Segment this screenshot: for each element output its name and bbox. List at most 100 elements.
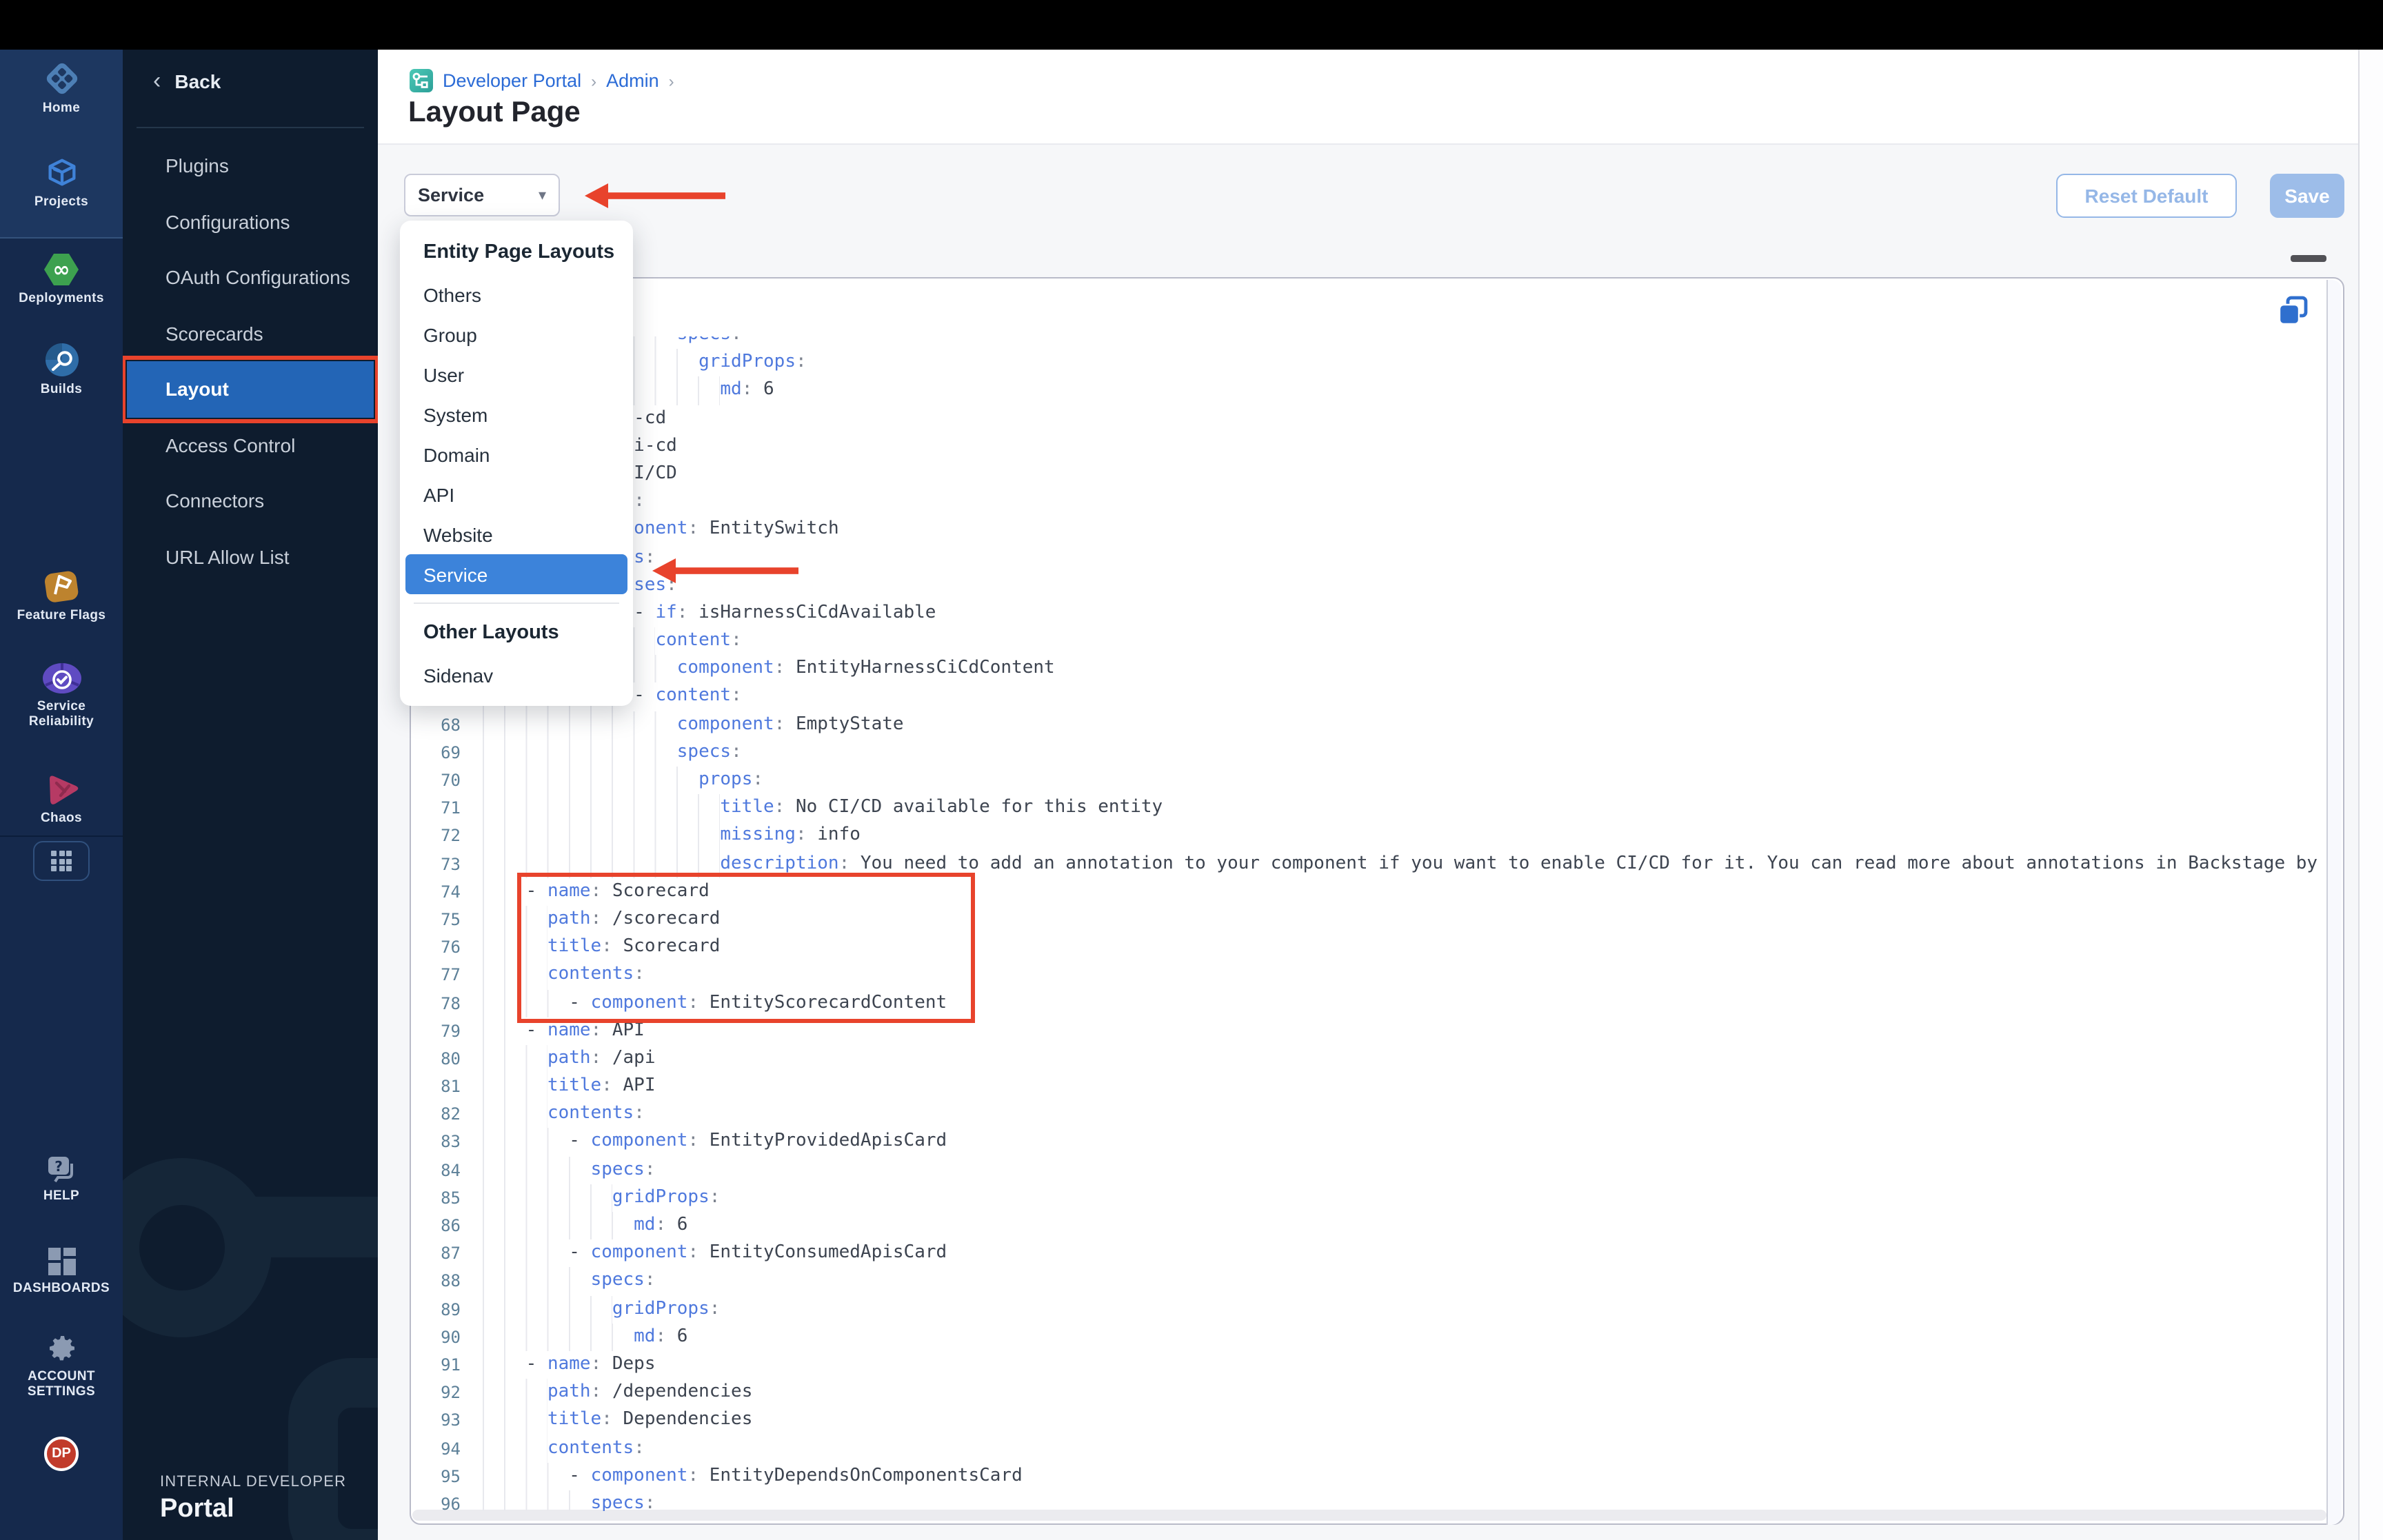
code-line-56: 56 md: 6: [411, 376, 2328, 405]
chevron-down-icon: ▾: [538, 188, 546, 204]
rail-item-service-reliability[interactable]: Service Reliability: [0, 662, 123, 729]
rail-item-dashboards[interactable]: DASHBOARDS: [0, 1246, 123, 1296]
menu-item-sidenav[interactable]: Sidenav: [400, 655, 633, 695]
code-line-96: 96 specs:: [411, 1490, 2328, 1511]
menu-item-others[interactable]: Others: [400, 274, 633, 314]
svg-text:?: ?: [54, 1158, 62, 1175]
code-line-88: 88 specs:: [411, 1267, 2328, 1296]
code-line-90: 90 md: 6: [411, 1323, 2328, 1351]
line-number: 82: [441, 1104, 461, 1124]
code-text: contents:: [472, 1435, 645, 1463]
sidebar-item-plugins[interactable]: Plugins: [123, 138, 378, 194]
code-line-84: 84 specs:: [411, 1156, 2328, 1184]
breadcrumb-admin[interactable]: Admin: [606, 70, 659, 91]
user-avatar[interactable]: DP: [44, 1437, 79, 1471]
code-line-83: 83 - component: EntityProvidedApisCard: [411, 1128, 2328, 1157]
grid-icon: [51, 851, 72, 871]
code-text: md: 6: [472, 1323, 687, 1351]
line-number: 94: [441, 1439, 461, 1458]
code-text: title: No CI/CD available for this entit…: [472, 794, 1163, 822]
menu-item-group[interactable]: Group: [400, 314, 633, 354]
line-number: 70: [441, 771, 461, 790]
code-line-95: 95 - component: EntityDependsOnComponent…: [411, 1462, 2328, 1490]
back-button[interactable]: ‹ Back: [153, 69, 221, 92]
editor-vertical-scrollbar[interactable]: [2326, 280, 2342, 1525]
entity-type-dropdown[interactable]: Service ▾: [404, 174, 560, 216]
svg-text:∞: ∞: [53, 258, 70, 282]
code-line-86: 86 md: 6: [411, 1212, 2328, 1240]
window-top-strip: [0, 0, 2383, 50]
sidebar-item-scorecards[interactable]: Scorecards: [123, 305, 378, 361]
menu-item-user[interactable]: User: [400, 354, 633, 394]
page-scrollbar[interactable]: [2358, 50, 2383, 1540]
rail-item-home[interactable]: Home: [0, 61, 123, 116]
rail-divider: [0, 237, 123, 239]
menu-item-api[interactable]: API: [400, 474, 633, 514]
menu-item-domain[interactable]: Domain: [400, 434, 633, 474]
line-number: 90: [441, 1327, 461, 1347]
code-line-70: 70 props:: [411, 767, 2328, 795]
code-line-55: 55 gridProps:: [411, 349, 2328, 377]
code-line-58: 58 path: /ci-cd: [411, 432, 2328, 460]
menu-item-website[interactable]: Website: [400, 514, 633, 554]
copy-icon[interactable]: [2277, 295, 2310, 328]
annotation-arrow-service: [652, 558, 798, 583]
deployments-icon: ∞: [44, 254, 79, 285]
code-text: - component: EntityDependsOnComponentsCa…: [472, 1462, 1023, 1490]
sidebar-item-oauth-configurations[interactable]: OAuth Configurations: [123, 250, 378, 305]
sidebar-item-layout[interactable]: Layout: [123, 356, 378, 423]
line-number: 75: [441, 909, 461, 929]
projects-icon: [48, 159, 75, 186]
line-number: 76: [441, 938, 461, 958]
line-number: 79: [441, 1021, 461, 1041]
code-line-81: 81 title: API: [411, 1073, 2328, 1101]
code-line-94: 94 contents:: [411, 1435, 2328, 1463]
rail-item-deployments[interactable]: ∞ Deployments: [0, 252, 123, 306]
gear-icon: [49, 1336, 74, 1361]
line-number: 88: [441, 1271, 461, 1291]
sidebar-item-access-control[interactable]: Access Control: [123, 417, 378, 473]
code-line-80: 80 path: /api: [411, 1044, 2328, 1073]
menu-section-header: Other Layouts: [423, 622, 559, 644]
sidebar-item-connectors[interactable]: Connectors: [123, 473, 378, 529]
breadcrumb-developer-portal[interactable]: Developer Portal: [443, 70, 581, 91]
editor-horizontal-scrollbar[interactable]: [412, 1510, 2326, 1521]
rail-item-label: DASHBOARDS: [12, 1281, 110, 1296]
page-header: Developer Portal › Admin › Layout Page: [378, 50, 2358, 145]
code-line-69: 69 specs:: [411, 738, 2328, 767]
portal-footer-eyebrow: INTERNAL DEVELOPER: [160, 1474, 347, 1490]
code-line-59: 59 title: CI/CD: [411, 460, 2328, 489]
code-text: - name: Deps: [472, 1350, 656, 1379]
code-line-89: 89 gridProps:: [411, 1295, 2328, 1324]
code-text: path: /dependencies: [472, 1379, 752, 1407]
menu-item-system[interactable]: System: [400, 394, 633, 434]
line-number: 78: [441, 993, 461, 1013]
watermark-ring: [123, 1158, 272, 1337]
portal-footer-title: Portal: [160, 1495, 234, 1523]
rail-item-label: Feature Flags: [17, 608, 106, 623]
rail-item-account-settings[interactable]: ACCOUNT SETTINGS: [0, 1332, 123, 1399]
line-number: 69: [441, 742, 461, 762]
editor-scrollbar-thumb[interactable]: [2291, 255, 2326, 262]
rail-item-projects[interactable]: Projects: [0, 154, 123, 210]
rail-item-chaos[interactable]: Chaos: [0, 772, 123, 826]
code-line-82: 82 contents:: [411, 1100, 2328, 1128]
save-button[interactable]: Save: [2270, 174, 2344, 218]
sidebar-item-url-allow-list[interactable]: URL Allow List: [123, 529, 378, 585]
rail-item-help[interactable]: ? HELP: [0, 1154, 123, 1204]
sidebar-item-configurations[interactable]: Configurations: [123, 194, 378, 250]
code-line-66: 66 component: EntityHarnessCiCdContent: [411, 655, 2328, 683]
module-grid-button[interactable]: [33, 841, 90, 881]
menu-item-service[interactable]: Service: [405, 554, 627, 594]
code-text: gridProps:: [472, 1295, 720, 1324]
rail-item-builds[interactable]: Builds: [0, 342, 123, 397]
code-text: - component: EntityConsumedApisCard: [472, 1239, 947, 1268]
code-line-93: 93 title: Dependencies: [411, 1406, 2328, 1435]
rail-item-feature-flags[interactable]: Feature Flags: [0, 568, 123, 623]
entity-type-menu: Entity Page Layouts Others Group User System…: [400, 221, 633, 706]
rail-item-label: ACCOUNT SETTINGS: [27, 1369, 96, 1399]
annotation-box-scorecard-lines: [517, 873, 975, 1023]
reset-default-button[interactable]: Reset Default: [2056, 174, 2237, 218]
watermark-bar: [255, 1197, 378, 1257]
chaos-icon: [49, 776, 78, 804]
